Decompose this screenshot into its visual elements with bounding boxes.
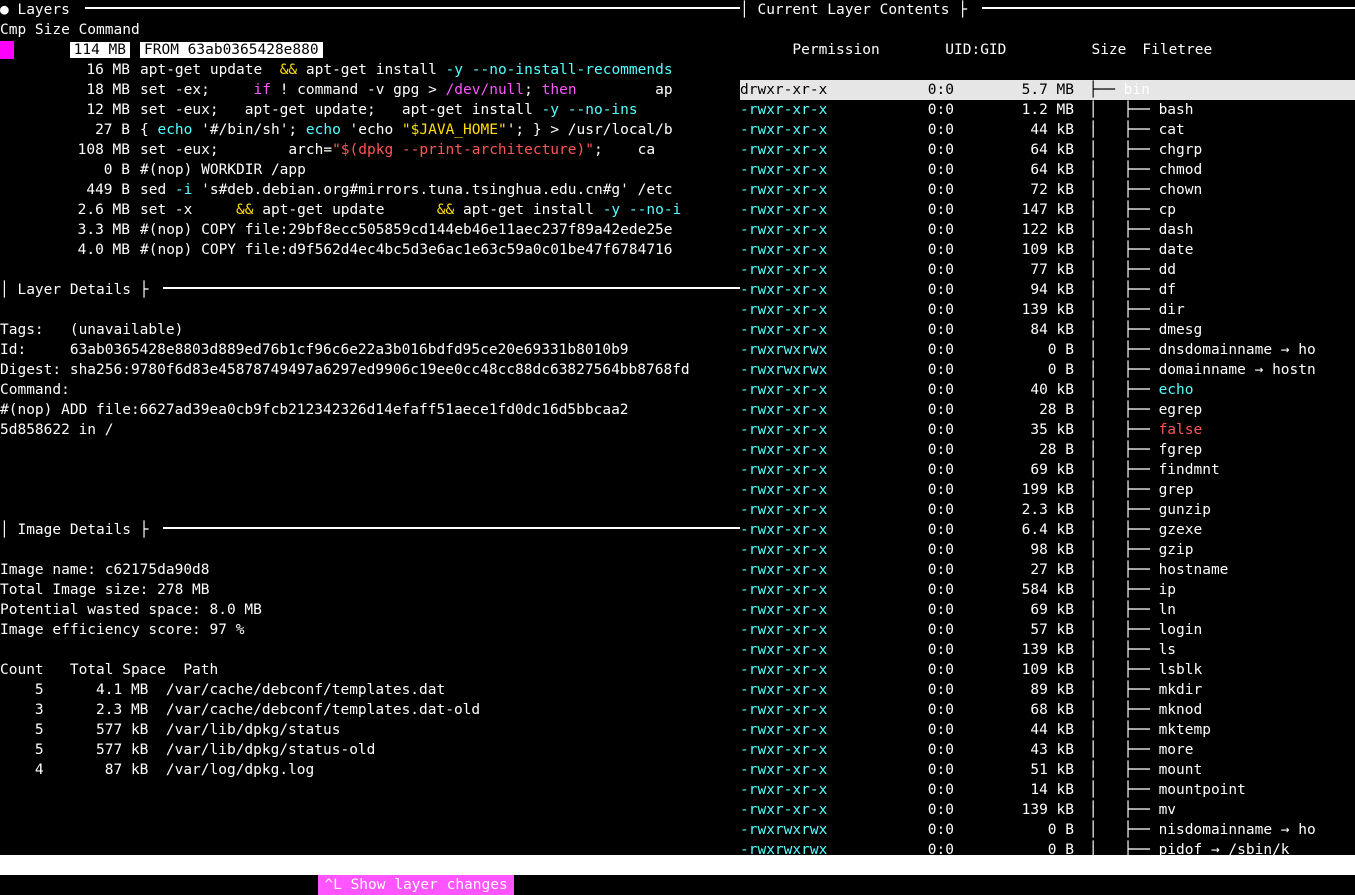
- layer-row[interactable]: 27 B{ echo '#/bin/sh'; echo 'echo "$JAVA…: [0, 120, 740, 140]
- layer-row[interactable]: 3.3 MB#(nop) COPY file:29bf8ecc505859cd1…: [0, 220, 740, 240]
- image-details-title: │ Image Details ├: [0, 522, 148, 538]
- wasted-header: Count Total Space Path: [0, 660, 740, 680]
- filetree-row[interactable]: -rwxr-xr-x0:028 B │ ├── egrep: [740, 400, 1355, 420]
- wasted-row: 3 2.3 MB /var/cache/debconf/templates.da…: [0, 700, 740, 720]
- col-tree: Filetree: [1132, 42, 1212, 58]
- wasted-row: 5 577 kB /var/lib/dpkg/status-old: [0, 740, 740, 760]
- layer-row[interactable]: 2.6 MBset -x && apt-get update && apt-ge…: [0, 200, 740, 220]
- filetree-row[interactable]: -rwxr-xr-x0:027 kB │ ├── hostname: [740, 560, 1355, 580]
- layers-list[interactable]: 114 MBFROM 63ab0365428e88016 MBapt-get u…: [0, 40, 740, 260]
- layer-row[interactable]: 18 MBset -ex; if ! command -v gpg > /dev…: [0, 80, 740, 100]
- footer-aggregated[interactable]: ^A Show aggregated changes: [515, 875, 755, 895]
- image-details-header: │ Image Details ├: [0, 520, 740, 540]
- filetree-list[interactable]: drwxr-xr-x0:05.7 MB ├── bin-rwxr-xr-x0:0…: [740, 80, 1355, 855]
- filetree-row[interactable]: -rwxr-xr-x0:098 kB │ ├── gzip: [740, 540, 1355, 560]
- filetree-row[interactable]: -rwxr-xr-x0:0109 kB │ ├── date: [740, 240, 1355, 260]
- filetree-row[interactable]: -rwxr-xr-x0:043 kB │ ├── more: [740, 740, 1355, 760]
- filetree-row[interactable]: -rwxr-xr-x0:084 kB │ ├── dmesg: [740, 320, 1355, 340]
- filetree-row[interactable]: -rwxr-xr-x0:044 kB │ ├── mktemp: [740, 720, 1355, 740]
- layer-row[interactable]: 108 MBset -eux; arch="$(dpkg --print-arc…: [0, 140, 740, 160]
- col-perm: Permission: [792, 40, 922, 60]
- filetree-row[interactable]: -rwxr-xr-x0:077 kB │ ├── dd: [740, 260, 1355, 280]
- layer-row[interactable]: 16 MBapt-get update && apt-get install -…: [0, 60, 740, 80]
- image-name: Image name: c62175da90d8: [0, 560, 740, 580]
- filetree-row[interactable]: -rwxr-xr-x0:064 kB │ ├── chmod: [740, 160, 1355, 180]
- wasted-row: 5 4.1 MB /var/cache/debconf/templates.da…: [0, 680, 740, 700]
- filetree-row[interactable]: -rwxr-xr-x0:044 kB │ ├── cat: [740, 120, 1355, 140]
- layer-details-title: │ Layer Details ├: [0, 282, 148, 298]
- wasted-list: 5 4.1 MB /var/cache/debconf/templates.da…: [0, 680, 740, 780]
- filetree-row[interactable]: -rwxrwxrwx0:00 B │ ├── pidof → /sbin/k: [740, 840, 1355, 855]
- filetree-row[interactable]: -rwxrwxrwx0:00 B │ ├── nisdomainname → h…: [740, 820, 1355, 840]
- left-panel: ● Layers Cmp Size Command 114 MBFROM 63a…: [0, 0, 740, 855]
- right-panel: │ Current Layer Contents ├ PermissionUID…: [740, 0, 1355, 855]
- filetree-row[interactable]: -rwxr-xr-x0:089 kB │ ├── mkdir: [740, 680, 1355, 700]
- layer-row[interactable]: 449 Bsed -i 's#deb.debian.org#mirrors.tu…: [0, 180, 740, 200]
- layers-columns: Cmp Size Command: [0, 20, 740, 40]
- footer-filter[interactable]: ^F Filter: [227, 875, 319, 895]
- filetree-row[interactable]: -rwxr-xr-x0:069 kB │ ├── ln: [740, 600, 1355, 620]
- filetree-columns: PermissionUID:GIDSizeFiletree: [740, 20, 1355, 80]
- filetree-row[interactable]: -rwxr-xr-x0:072 kB │ ├── chown: [740, 180, 1355, 200]
- col-uid: UID:GID: [922, 40, 1022, 60]
- filetree-row[interactable]: -rwxr-xr-x0:069 kB │ ├── findmnt: [740, 460, 1355, 480]
- filetree-row[interactable]: -rwxr-xr-x0:0139 kB │ ├── ls: [740, 640, 1355, 660]
- layer-digest: Digest: sha256:9780f6d83e45878749497a629…: [0, 360, 740, 380]
- filetree-row[interactable]: -rwxr-xr-x0:057 kB │ ├── login: [740, 620, 1355, 640]
- current-layer-title: │ Current Layer Contents ├: [740, 2, 967, 18]
- filetree-row[interactable]: -rwxr-xr-x0:035 kB │ ├── false: [740, 420, 1355, 440]
- layer-tags: Tags: (unavailable): [0, 320, 740, 340]
- filetree-row[interactable]: -rwxr-xr-x0:051 kB │ ├── mount: [740, 760, 1355, 780]
- footer-tab[interactable]: Tab Switch view: [83, 875, 227, 895]
- image-wasted: Potential wasted space: 8.0 MB: [0, 600, 740, 620]
- filetree-row[interactable]: -rwxr-xr-x0:064 kB │ ├── chgrp: [740, 140, 1355, 160]
- layer-row[interactable]: 0 B#(nop) WORKDIR /app: [0, 160, 740, 180]
- filetree-row[interactable]: -rwxr-xr-x0:02.3 kB │ ├── gunzip: [740, 500, 1355, 520]
- filetree-row[interactable]: -rwxr-xr-x0:06.4 kB │ ├── gzexe: [740, 520, 1355, 540]
- layer-cmd-label: Command:: [0, 380, 740, 400]
- footer-quit[interactable]: ^C Quit: [9, 875, 83, 895]
- filetree-row[interactable]: -rwxr-xr-x0:014 kB │ ├── mountpoint: [740, 780, 1355, 800]
- filetree-row[interactable]: -rwxr-xr-x0:01.2 MB │ ├── bash: [740, 100, 1355, 120]
- image-eff: Image efficiency score: 97 %: [0, 620, 740, 640]
- filetree-row[interactable]: -rwxr-xr-x0:0109 kB │ ├── lsblk: [740, 660, 1355, 680]
- filetree-row[interactable]: -rwxr-xr-x0:0147 kB │ ├── cp: [740, 200, 1355, 220]
- filetree-row[interactable]: -rwxr-xr-x0:0139 kB │ ├── mv: [740, 800, 1355, 820]
- filetree-row[interactable]: -rwxr-xr-x0:068 kB │ ├── mknod: [740, 700, 1355, 720]
- wasted-row: 5 577 kB /var/lib/dpkg/status: [0, 720, 740, 740]
- image-total: Total Image size: 278 MB: [0, 580, 740, 600]
- filetree-row[interactable]: -rwxr-xr-x0:028 B │ ├── fgrep: [740, 440, 1355, 460]
- layer-row[interactable]: 12 MBset -eux; apt-get update; apt-get i…: [0, 100, 740, 120]
- filetree-row[interactable]: -rwxr-xr-x0:0139 kB │ ├── dir: [740, 300, 1355, 320]
- filetree-row[interactable]: -rwxr-xr-x0:094 kB │ ├── df: [740, 280, 1355, 300]
- layer-cmd-body: #(nop) ADD file:6627ad39ea0cb9fcb2123423…: [0, 400, 740, 440]
- layer-details-header: │ Layer Details ├: [0, 280, 740, 300]
- filetree-row[interactable]: -rwxr-xr-x0:0584 kB │ ├── ip: [740, 580, 1355, 600]
- current-layer-header: │ Current Layer Contents ├: [740, 0, 1355, 20]
- layer-row[interactable]: 114 MBFROM 63ab0365428e880: [0, 40, 740, 60]
- footer-layer-changes[interactable]: ^L Show layer changes: [318, 875, 514, 895]
- layer-id: Id: 63ab0365428e8803d889ed76b1cf96c6e22a…: [0, 340, 740, 360]
- filetree-row[interactable]: -rwxr-xr-x0:040 kB │ ├── echo: [740, 380, 1355, 400]
- filetree-row[interactable]: drwxr-xr-x0:05.7 MB ├── bin: [740, 80, 1355, 100]
- footer-bar: ^C QuitTab Switch view^F Filter^L Show l…: [0, 855, 1355, 875]
- layer-row[interactable]: 4.0 MB#(nop) COPY file:d9f562d4ec4bc5d3e…: [0, 240, 740, 260]
- filetree-row[interactable]: -rwxrwxrwx0:00 B │ ├── dnsdomainname → h…: [740, 340, 1355, 360]
- col-size: Size: [1022, 40, 1132, 60]
- filetree-row[interactable]: -rwxr-xr-x0:0199 kB │ ├── grep: [740, 480, 1355, 500]
- wasted-row: 4 87 kB /var/log/dpkg.log: [0, 760, 740, 780]
- layers-section-header: ● Layers: [0, 0, 740, 20]
- filetree-row[interactable]: -rwxr-xr-x0:0122 kB │ ├── dash: [740, 220, 1355, 240]
- filetree-row[interactable]: -rwxrwxrwx0:00 B │ ├── domainname → host…: [740, 360, 1355, 380]
- layers-title: ● Layers: [0, 2, 70, 18]
